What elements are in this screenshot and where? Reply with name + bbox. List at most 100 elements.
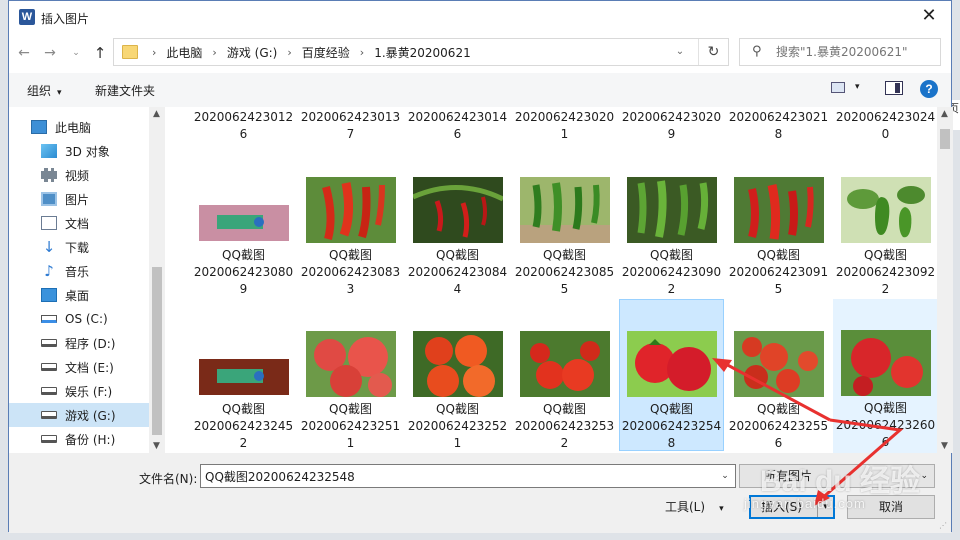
navigation-pane: 此电脑 3D 对象 视频 图片 文档 ↓ 下载 ♪ 音乐 桌面 OS (C:) 程序… — [9, 107, 165, 453]
sidebar-item-this-pc[interactable]: 此电脑 — [31, 115, 165, 139]
scroll-down-icon[interactable]: ▼ — [153, 441, 160, 451]
file-list-scrollbar[interactable]: ▲ ▼ — [937, 107, 953, 453]
red-pepper-thumbnail — [305, 177, 396, 243]
file-name-line: 8 — [667, 436, 676, 450]
list-item[interactable]: QQ截图 2020062423084 4 — [405, 177, 510, 298]
navigation-scrollbar[interactable]: ▲ ▼ — [149, 107, 165, 453]
green-pepper-thumbnail — [519, 177, 610, 243]
back-button[interactable]: ← — [15, 43, 33, 63]
scroll-up-icon[interactable]: ▲ — [941, 109, 948, 119]
sidebar-item-label: 视频 — [65, 168, 90, 183]
address-dropdown-button[interactable]: ⌄ — [668, 39, 692, 65]
list-item[interactable]: QQ截图 2020062423080 9 — [191, 177, 296, 298]
list-item[interactable]: QQ截图 2020062423083 3 — [298, 177, 403, 298]
music-icon: ♪ — [44, 262, 54, 280]
list-item[interactable]: QQ截图 2020062423085 5 — [512, 177, 617, 298]
breadcrumb-item[interactable]: 游戏 (G:) — [227, 44, 278, 61]
up-button[interactable]: ↑ — [91, 43, 109, 63]
breadcrumb-item[interactable]: 百度经验 — [302, 44, 350, 61]
filename-field[interactable] — [200, 464, 736, 488]
dialog-title: 插入图片 — [41, 12, 90, 26]
forward-button[interactable]: → — [41, 43, 59, 63]
list-item[interactable]: QQ截图 2020062423091 5 — [726, 177, 831, 298]
chevron-down-icon[interactable]: ⌄ — [715, 465, 735, 487]
list-item-selected[interactable]: QQ截图 2020062423254 8 — [619, 299, 724, 451]
scrollbar-thumb[interactable] — [940, 129, 950, 149]
chevron-down-icon: ▾ — [57, 88, 62, 98]
sidebar-item-desktop[interactable]: 桌面 — [41, 283, 165, 307]
title-bar: W 插入图片 ✕ — [9, 1, 951, 33]
sidebar-item-label: 音乐 — [65, 264, 90, 279]
sidebar-item-drive-e[interactable]: 文档 (E:) — [41, 355, 165, 379]
close-button[interactable]: ✕ — [907, 1, 951, 31]
breadcrumb-separator[interactable]: › — [360, 46, 364, 59]
sidebar-item-drive-d[interactable]: 程序 (D:) — [41, 331, 165, 355]
breadcrumb-separator[interactable]: › — [212, 46, 216, 59]
filename-label: 文件名(N): — [139, 472, 198, 486]
file-name-line: 2020062423013 — [300, 110, 401, 124]
list-item[interactable]: 2020062423024 0 — [833, 109, 937, 143]
thumbnail-image — [305, 331, 396, 397]
list-item[interactable]: QQ截图 2020062423253 2 — [512, 331, 617, 452]
word-icon: W — [19, 9, 35, 25]
breadcrumb-item[interactable]: 此电脑 — [166, 44, 202, 61]
list-item-hover[interactable]: QQ截图 2020062423260 6 — [833, 299, 937, 453]
search-box[interactable]: ⚲ — [739, 38, 941, 66]
sidebar-item-drive-g[interactable]: 游戏 (G:) — [9, 403, 149, 427]
recent-locations-button[interactable]: ⌄ — [67, 43, 85, 63]
breadcrumb-item[interactable]: 1.暴黄20200621 — [374, 44, 471, 61]
file-name-line: 2020062423255 — [728, 419, 829, 433]
list-item[interactable]: QQ截图 2020062423090 2 — [619, 177, 724, 298]
file-name-line: 6 — [881, 435, 890, 449]
preview-pane-icon[interactable] — [885, 81, 903, 95]
file-list: 2020062423012 6 2020062423013 7 2020062423… — [173, 107, 937, 453]
sidebar-item-downloads[interactable]: ↓ 下载 — [41, 235, 165, 259]
search-input[interactable] — [776, 39, 936, 65]
organize-button[interactable]: 组织 ▾ — [27, 82, 62, 99]
scroll-down-icon[interactable]: ▼ — [941, 441, 948, 451]
list-item[interactable]: QQ截图 2020062423252 1 — [405, 331, 510, 452]
file-name-line: 5 — [560, 282, 569, 296]
list-item[interactable]: 2020062423020 9 — [619, 109, 724, 143]
tomato-thumbnail — [840, 330, 931, 396]
sidebar-item-3d-objects[interactable]: 3D 对象 — [41, 139, 165, 163]
file-name-line: QQ截图 — [222, 402, 265, 416]
folder-icon — [122, 45, 138, 59]
address-bar[interactable]: › 此电脑 › 游戏 (G:) › 百度经验 › 1.暴黄20200621 ⌄ … — [113, 38, 729, 66]
tools-button[interactable]: 工具(L) ▾ — [665, 498, 724, 515]
tomato-thumbnail — [305, 331, 396, 397]
sidebar-item-drive-c[interactable]: OS (C:) — [41, 307, 165, 331]
sidebar-item-label: 备份 (H:) — [65, 432, 116, 447]
sidebar-item-music[interactable]: ♪ 音乐 — [41, 259, 165, 283]
refresh-button[interactable]: ↻ — [698, 39, 728, 65]
list-item[interactable]: 2020062423021 8 — [726, 109, 831, 143]
sidebar-item-documents[interactable]: 文档 — [41, 211, 165, 235]
file-name-line: 2020062423254 — [621, 419, 722, 433]
list-item[interactable]: QQ截图 2020062423245 2 — [191, 331, 296, 452]
file-name-line: 2020062423020 — [514, 110, 615, 124]
list-item[interactable]: 2020062423020 1 — [512, 109, 617, 143]
sidebar-item-videos[interactable]: 视频 — [41, 163, 165, 187]
view-options-icon[interactable] — [831, 82, 845, 93]
sidebar-item-drive-f[interactable]: 娱乐 (F:) — [41, 379, 165, 403]
list-item[interactable]: QQ截图 2020062423251 1 — [298, 331, 403, 452]
scroll-up-icon[interactable]: ▲ — [153, 109, 160, 119]
list-item[interactable]: 2020062423013 7 — [298, 109, 403, 143]
baidu-watermark-url: jingyan.baidu.com — [744, 496, 866, 511]
breadcrumb-separator[interactable]: › — [287, 46, 291, 59]
list-item[interactable]: 2020062423012 6 — [191, 109, 296, 143]
list-item[interactable]: QQ截图 2020062423092 2 — [833, 177, 937, 298]
list-item[interactable]: QQ截图 2020062423255 6 — [726, 331, 831, 452]
list-item[interactable]: 2020062423014 6 — [405, 109, 510, 143]
new-folder-button[interactable]: 新建文件夹 — [95, 82, 155, 99]
scrollbar-thumb[interactable] — [152, 267, 162, 435]
thumbnail-image — [626, 177, 717, 243]
sidebar-item-label: 游戏 (G:) — [65, 408, 116, 423]
resize-grip-icon[interactable]: ⋰ — [939, 521, 949, 531]
sidebar-item-drive-h[interactable]: 备份 (H:) — [41, 427, 165, 451]
file-name-line: 3 — [346, 282, 355, 296]
view-options-caret[interactable]: ▾ — [855, 82, 860, 92]
file-name-line: 2020062423083 — [300, 265, 401, 279]
sidebar-item-pictures[interactable]: 图片 — [41, 187, 165, 211]
help-icon[interactable]: ? — [920, 80, 938, 98]
